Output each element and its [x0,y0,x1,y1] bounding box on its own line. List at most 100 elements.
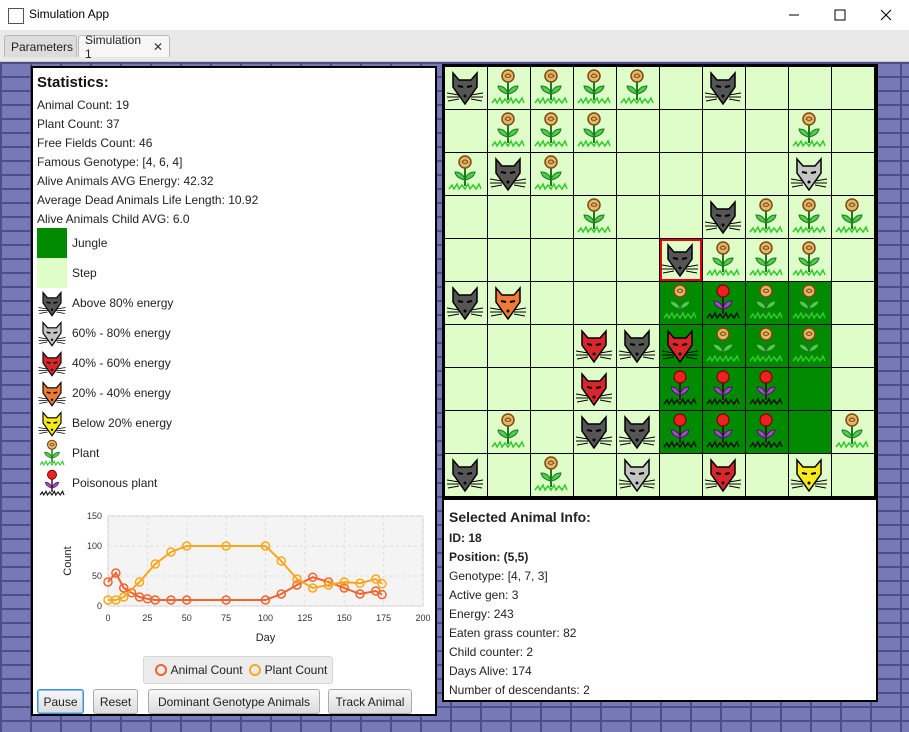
map-cell[interactable] [617,454,659,496]
map-cell[interactable] [703,411,745,453]
map-cell[interactable] [445,196,487,238]
map-cell[interactable] [703,67,745,109]
map-cell[interactable] [746,282,788,324]
tab-parameters[interactable]: Parameters [4,35,77,57]
map-cell[interactable] [574,411,616,453]
map-cell[interactable] [832,110,874,152]
map-cell[interactable] [617,196,659,238]
map-cell[interactable] [660,196,702,238]
map-cell[interactable] [832,454,874,496]
map-cell[interactable] [617,282,659,324]
map-cell[interactable] [488,239,530,281]
map-cell[interactable] [445,368,487,410]
map-cell[interactable] [832,153,874,195]
map-cell[interactable] [617,153,659,195]
map-cell[interactable] [488,454,530,496]
map-cell[interactable] [574,153,616,195]
map-cell[interactable] [703,325,745,367]
map-cell[interactable] [574,282,616,324]
track-animal-button[interactable]: Track Animal [328,689,412,714]
map-cell[interactable] [746,196,788,238]
map-cell[interactable] [660,454,702,496]
map-cell[interactable] [660,282,702,324]
map-cell[interactable] [488,67,530,109]
close-button[interactable] [863,0,909,30]
map-cell[interactable] [746,153,788,195]
maximize-button[interactable] [817,0,863,30]
map-cell[interactable] [789,454,831,496]
map-cell[interactable] [832,67,874,109]
map-cell[interactable] [703,196,745,238]
map-cell[interactable] [488,368,530,410]
map-cell[interactable] [660,411,702,453]
map-cell[interactable] [445,67,487,109]
map-cell[interactable] [832,411,874,453]
map-cell[interactable] [617,67,659,109]
map-cell[interactable] [445,411,487,453]
map-cell[interactable] [789,411,831,453]
map-cell[interactable] [789,196,831,238]
dominant-genotype-button[interactable]: Dominant Genotype Animals [148,689,320,714]
map-cell[interactable] [832,368,874,410]
map-cell[interactable] [832,239,874,281]
map-cell[interactable] [445,325,487,367]
map-cell[interactable] [789,282,831,324]
map-cell[interactable] [617,368,659,410]
map-cell[interactable] [531,196,573,238]
map-cell[interactable] [660,239,702,281]
map-cell[interactable] [531,282,573,324]
map-cell[interactable] [703,368,745,410]
map-cell[interactable] [488,411,530,453]
map-cell[interactable] [703,153,745,195]
map-cell[interactable] [488,110,530,152]
map-cell[interactable] [660,368,702,410]
map-cell[interactable] [531,239,573,281]
map-cell[interactable] [746,454,788,496]
map-cell[interactable] [660,67,702,109]
map-cell[interactable] [574,110,616,152]
map-cell[interactable] [789,368,831,410]
map-cell[interactable] [531,67,573,109]
map-cell[interactable] [746,67,788,109]
map-cell[interactable] [574,239,616,281]
map-cell[interactable] [832,282,874,324]
map-cell[interactable] [488,325,530,367]
map-cell[interactable] [531,110,573,152]
map-cell[interactable] [789,153,831,195]
map-cell[interactable] [703,239,745,281]
minimize-button[interactable] [771,0,817,30]
map-cell[interactable] [488,196,530,238]
map-cell[interactable] [445,239,487,281]
map-cell[interactable] [531,368,573,410]
map-cell[interactable] [531,153,573,195]
map-cell[interactable] [488,153,530,195]
reset-button[interactable]: Reset [93,689,138,714]
map-cell[interactable] [746,239,788,281]
map-cell[interactable] [703,454,745,496]
map-cell[interactable] [746,110,788,152]
tab-close-icon[interactable]: ✕ [153,40,163,54]
map-cell[interactable] [789,239,831,281]
map-cell[interactable] [703,282,745,324]
map-cell[interactable] [617,239,659,281]
map-cell[interactable] [445,153,487,195]
map-cell[interactable] [832,325,874,367]
map-cell[interactable] [746,411,788,453]
map-cell[interactable] [445,110,487,152]
map-cell[interactable] [617,411,659,453]
map-cell[interactable] [617,110,659,152]
map-cell[interactable] [574,196,616,238]
map-cell[interactable] [531,411,573,453]
map-cell[interactable] [445,282,487,324]
map-cell[interactable] [746,325,788,367]
map-cell[interactable] [660,153,702,195]
map-cell[interactable] [703,110,745,152]
map-cell[interactable] [789,67,831,109]
map-cell[interactable] [617,325,659,367]
map-cell[interactable] [660,325,702,367]
map-cell[interactable] [445,454,487,496]
map-cell[interactable] [574,368,616,410]
map-cell[interactable] [789,110,831,152]
pause-button[interactable]: Pause [37,689,84,714]
map-cell[interactable] [746,368,788,410]
